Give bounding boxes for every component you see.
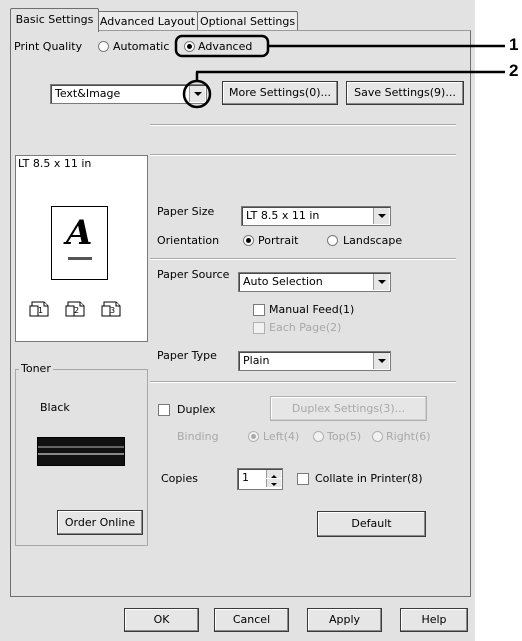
callout-annotations — [174, 34, 505, 109]
callout-number-1: 1 — [509, 35, 519, 54]
callout-highlight-advanced — [174, 34, 270, 58]
callout-highlight-dropdown — [182, 79, 212, 109]
callout-number-2: 2 — [509, 61, 519, 80]
tab-basic-settings[interactable]: Basic Settings — [10, 8, 99, 32]
